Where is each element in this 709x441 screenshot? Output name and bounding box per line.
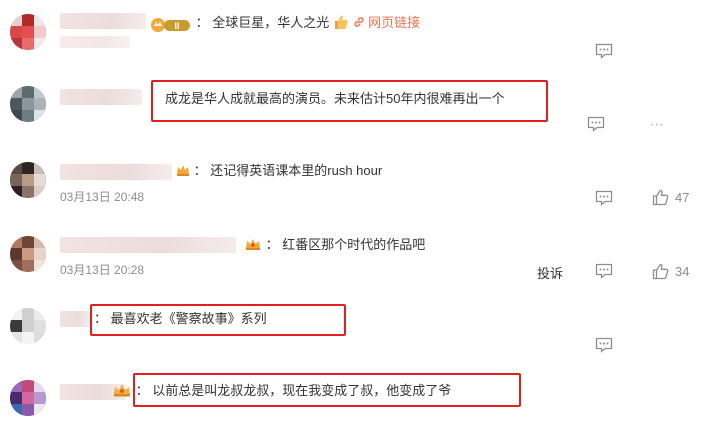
- separator: ：: [265, 237, 279, 252]
- comment-item: ： 还记得英语课本里的rush hour 03月13日 20:48 47: [0, 148, 709, 218]
- comment-text-line: ： 还记得英语课本里的rush hour: [176, 162, 382, 180]
- comment-bubble-icon: [595, 43, 613, 59]
- comment-button[interactable]: [595, 43, 613, 59]
- comment-bubble-icon: [587, 116, 605, 132]
- separator: ：: [195, 15, 209, 30]
- avatar[interactable]: [10, 236, 46, 272]
- crown-badge-icon: [176, 163, 194, 178]
- comment-text: 红番区那个时代的作品吧: [282, 237, 426, 252]
- comment-item: ： 最喜欢老《警察故事》系列: [0, 296, 709, 362]
- comment-button[interactable]: [595, 263, 613, 279]
- web-link-label: 网页链接: [368, 15, 421, 30]
- comment-button[interactable]: [587, 116, 605, 132]
- avatar[interactable]: [10, 380, 46, 416]
- thumbs-up-icon: [652, 189, 669, 206]
- report-button[interactable]: 投诉: [537, 263, 563, 282]
- vip-badge-icon: II: [150, 17, 192, 32]
- username-blurred[interactable]: [60, 89, 142, 105]
- web-link[interactable]: 网页链接: [353, 15, 421, 30]
- comment-button[interactable]: [595, 337, 613, 353]
- comment-text: 全球巨星，华人之光: [212, 15, 330, 30]
- comment-text-line: II ： 全球巨星，华人之光 网页链接: [150, 14, 420, 32]
- comment-bubble-icon: [595, 190, 613, 206]
- comment-text: 最喜欢老《警察故事》系列: [110, 311, 267, 326]
- separator: ：: [135, 383, 149, 398]
- avatar[interactable]: [10, 308, 46, 344]
- comment-item: 成龙是华人成就最高的演员。未来估计50年内很难再出一个 ⋯: [0, 72, 709, 142]
- user-subtitle-blurred: [60, 36, 130, 48]
- comment-text-line: ： 以前总是叫龙叔龙叔，现在我变成了叔，他变成了爷: [112, 382, 451, 400]
- avatar[interactable]: [10, 14, 46, 50]
- comment-bubble-icon: [595, 337, 613, 353]
- like-button[interactable]: 34: [652, 263, 689, 280]
- link-icon: [353, 17, 364, 27]
- thumbs-up-icon: [652, 263, 669, 280]
- crown-badge-icon: [112, 383, 136, 398]
- comment-item: ： 红番区那个时代的作品吧 03月13日 20:28 投诉 34: [0, 222, 709, 292]
- thumbs-up-emoji: [333, 15, 353, 30]
- avatar[interactable]: [10, 86, 46, 122]
- comment-text: 还记得英语课本里的rush hour: [210, 163, 383, 178]
- comment-text-line: ： 红番区那个时代的作品吧: [244, 236, 425, 254]
- username-blurred[interactable]: [60, 311, 90, 327]
- comment-item: II ： 全球巨星，华人之光 网页链接: [0, 0, 709, 70]
- separator: ：: [193, 163, 207, 178]
- comment-text: 以前总是叫龙叔龙叔，现在我变成了叔，他变成了爷: [152, 383, 452, 398]
- avatar[interactable]: [10, 162, 46, 198]
- username-blurred[interactable]: [60, 237, 236, 253]
- comment-button[interactable]: [595, 190, 613, 206]
- comment-text: 成龙是华人成就最高的演员。未来估计50年内很难再出一个: [165, 91, 505, 106]
- like-count: 47: [675, 190, 690, 205]
- more-options-icon[interactable]: ⋯: [650, 116, 665, 133]
- username-blurred[interactable]: [60, 13, 146, 29]
- timestamp: 03月13日 20:48: [60, 190, 145, 204]
- like-button[interactable]: 47: [652, 189, 689, 206]
- separator: ：: [94, 311, 108, 326]
- comment-text-line: 成龙是华人成就最高的演员。未来估计50年内很难再出一个: [165, 90, 504, 108]
- timestamp: 03月13日 20:28: [60, 263, 145, 277]
- username-blurred[interactable]: [60, 164, 172, 180]
- comment-item: ： 以前总是叫龙叔龙叔，现在我变成了叔，他变成了爷: [0, 366, 709, 441]
- like-count: 34: [675, 264, 690, 279]
- crown-badge-icon: [244, 237, 266, 252]
- comment-bubble-icon: [595, 263, 613, 279]
- svg-text:II: II: [174, 21, 179, 31]
- comment-text-line: ： 最喜欢老《警察故事》系列: [94, 310, 267, 328]
